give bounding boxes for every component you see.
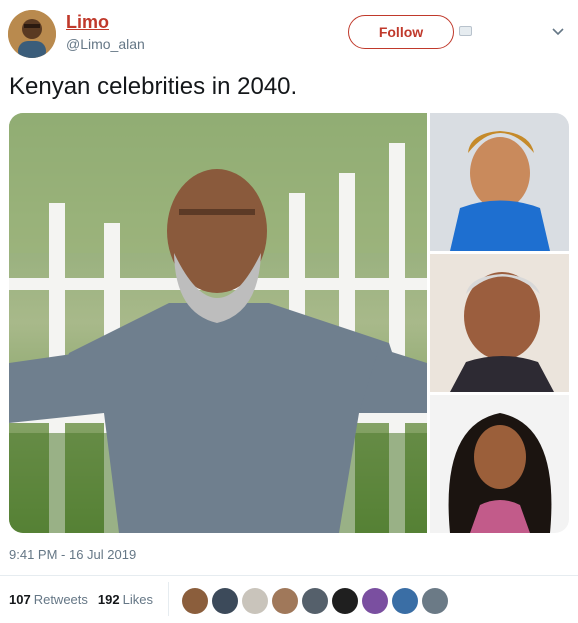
- main-photo[interactable]: [9, 113, 427, 533]
- card-icon: [459, 26, 472, 36]
- user-handle[interactable]: @Limo_alan: [66, 36, 145, 52]
- tweet-header: Limo @Limo_alan Follow: [0, 0, 578, 66]
- photo-older-man[interactable]: [430, 254, 569, 392]
- retweets-count: 107: [9, 592, 31, 607]
- likes-stat[interactable]: 192 Likes: [98, 592, 153, 607]
- liker-avatar[interactable]: [212, 588, 238, 614]
- media-grid: [9, 113, 569, 533]
- photo-woman-curly-hair[interactable]: [430, 395, 569, 533]
- retweets-stat[interactable]: 107 Retweets: [9, 592, 88, 607]
- likes-label: Likes: [122, 592, 153, 607]
- tweet-stats: 107 Retweets 192 Likes: [9, 592, 153, 607]
- likers-avatars: [182, 588, 448, 614]
- tweet-text: Kenyan celebrities in 2040.: [9, 73, 298, 100]
- liker-avatar[interactable]: [182, 588, 208, 614]
- liker-avatar[interactable]: [332, 588, 358, 614]
- display-name[interactable]: Limo: [66, 12, 109, 33]
- photo-woman-blue[interactable]: [430, 113, 569, 251]
- stats-separator: [168, 582, 169, 616]
- chevron-down-icon[interactable]: [551, 24, 565, 38]
- divider: [0, 575, 578, 576]
- liker-avatar[interactable]: [242, 588, 268, 614]
- liker-avatar[interactable]: [422, 588, 448, 614]
- retweets-label: Retweets: [33, 592, 88, 607]
- follow-button[interactable]: Follow: [348, 15, 454, 49]
- user-avatar[interactable]: [8, 10, 56, 58]
- tweet-timestamp[interactable]: 9:41 PM - 16 Jul 2019: [9, 547, 136, 562]
- liker-avatar[interactable]: [302, 588, 328, 614]
- likes-count: 192: [97, 592, 120, 607]
- liker-avatar[interactable]: [272, 588, 298, 614]
- liker-avatar[interactable]: [392, 588, 418, 614]
- liker-avatar[interactable]: [362, 588, 388, 614]
